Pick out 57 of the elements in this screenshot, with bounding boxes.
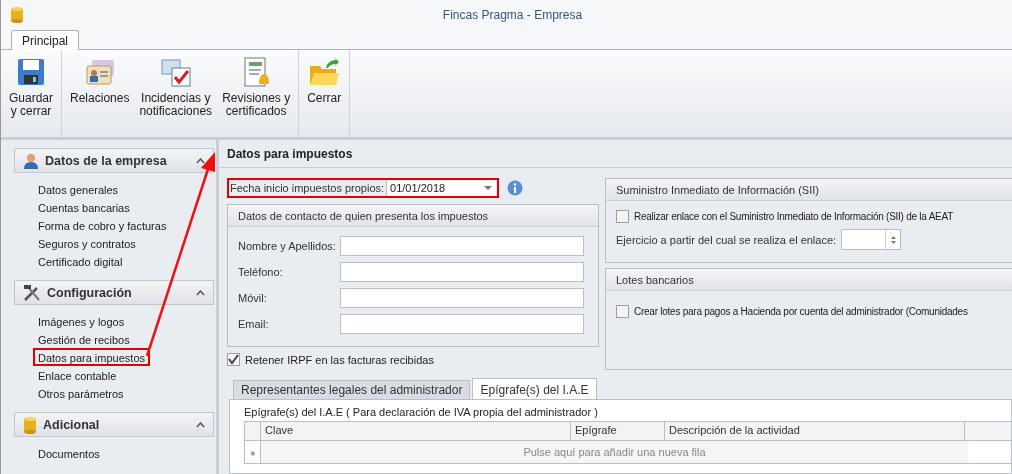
grid-caption: Epígrafe(s) del I.A.E ( Para declaración de IVA propia del administrador ) xyxy=(244,406,599,418)
ribbon-button[interactable]: Guardar y cerrar xyxy=(5,54,58,137)
page-title: Datos para impuestos xyxy=(219,140,1012,168)
app-icon xyxy=(11,7,23,23)
section-header[interactable]: Datos de la empresa xyxy=(14,148,214,173)
envelope-check-icon xyxy=(159,56,192,88)
year-spinner[interactable] xyxy=(841,229,902,250)
field-label: Móvil: xyxy=(238,292,268,304)
hammer-wrench-icon xyxy=(23,283,41,302)
text-field[interactable] xyxy=(340,262,584,282)
sidebar-link[interactable]: Cuentas bancarias xyxy=(33,198,135,216)
field-label: Email: xyxy=(238,318,270,330)
text-field[interactable] xyxy=(340,288,584,308)
field-label: Nombre y Apellidos: xyxy=(238,240,337,252)
sidebar-link[interactable]: Seguros y contratos xyxy=(33,234,141,252)
sidebar-link[interactable]: Datos para impuestos xyxy=(33,348,150,366)
cylinder-icon xyxy=(23,415,37,434)
tab[interactable]: Epígrafe(s) del I.A.E xyxy=(472,378,597,400)
ribbon-button[interactable]: Incidencias y notificaciones xyxy=(135,54,217,137)
batches-checkbox[interactable]: Crear lotes para pagos a Hacienda por cuenta del administrador (Comunidades xyxy=(616,305,1012,318)
ribbon-button[interactable]: Revisiones y certificados xyxy=(218,54,295,137)
column-header[interactable]: Epígrafe xyxy=(571,422,665,440)
ribbon-button[interactable]: Cerrar xyxy=(303,54,346,137)
window-title: Fincas Pragma - Empresa xyxy=(441,8,584,22)
column-header[interactable]: Clave xyxy=(261,422,571,440)
person-icon xyxy=(23,152,39,169)
info-icon[interactable] xyxy=(507,180,524,196)
column-header[interactable]: Descripción de la actividad xyxy=(665,422,965,440)
date-dropdown[interactable]: 01/01/2018 xyxy=(386,180,497,196)
sidebar-link[interactable]: Otros parámetros xyxy=(33,384,129,402)
checkmark-icon xyxy=(228,354,239,365)
sidebar-link[interactable]: Certificado digital xyxy=(33,252,128,270)
panel-title: Datos de contacto de quien presenta los impuestos xyxy=(238,209,489,222)
ribbon-button[interactable]: Relaciones xyxy=(66,54,134,137)
panel-title: Suministro Inmediato de Información (SII) xyxy=(616,183,819,196)
sidebar-link[interactable]: Imágenes y logos xyxy=(33,312,130,330)
chevron-icon xyxy=(196,289,205,296)
sidebar-link[interactable]: Documentos xyxy=(33,444,105,462)
tab[interactable]: Representantes legales del administrador xyxy=(233,380,471,400)
chevron-icon xyxy=(196,157,205,164)
sidebar-link[interactable]: Forma de cobro y facturas xyxy=(33,216,172,234)
section-header[interactable]: Configuración xyxy=(14,280,214,305)
irpf-checkbox[interactable]: Retener IRPF en las facturas recibidas xyxy=(227,353,599,366)
field-label: Ejercicio a partir del cual se realiza el enlace: xyxy=(616,233,837,246)
text-field[interactable] xyxy=(340,236,584,256)
sidebar-link[interactable]: Gestión de recibos xyxy=(33,330,135,348)
text-field[interactable] xyxy=(340,314,584,334)
chevron-icon xyxy=(196,421,205,428)
field-label: Fecha inicio impuestos propios: xyxy=(230,182,385,194)
ribbon-tab[interactable]: Principal xyxy=(11,30,80,50)
sii-checkbox[interactable]: Realizar enlace con el Suministro Inmediato de Información (SII) de la AEAT xyxy=(616,210,1012,223)
folder-arrow-icon xyxy=(308,56,341,88)
sidebar-link[interactable]: Datos generales xyxy=(33,180,124,198)
panel-title: Lotes bancarios xyxy=(616,273,694,286)
sidebar-link[interactable]: Enlace contable xyxy=(33,366,122,384)
field-label: Teléfono: xyxy=(238,266,284,278)
section-header[interactable]: Adicional xyxy=(14,412,214,437)
